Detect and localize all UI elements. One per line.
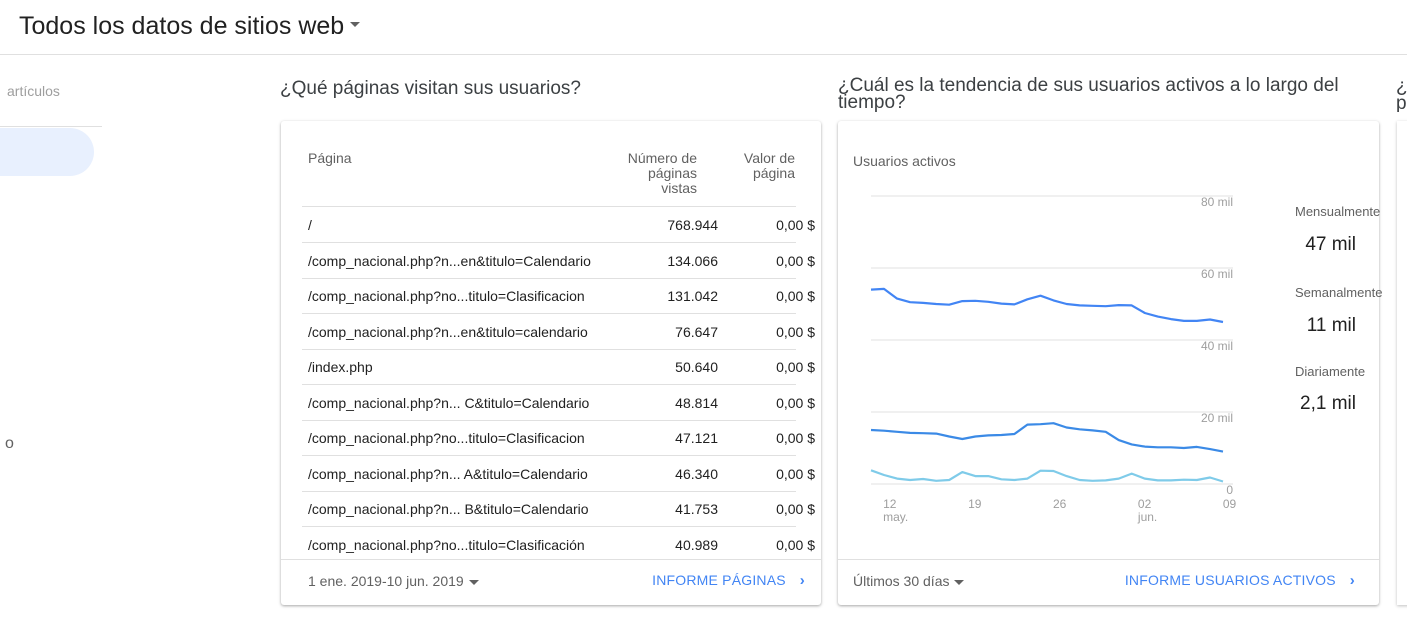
series-line-semanalmente (870, 422, 1224, 453)
x-tick-label: 02 jun. (1137, 497, 1157, 524)
table-row[interactable]: /comp_nacional.php?n... A&titulo=Calenda… (302, 456, 815, 492)
period-selector[interactable]: Últimos 30 días (853, 573, 965, 589)
metric-value-weekly: 11 mil (1306, 315, 1356, 336)
chart-title: Usuarios activos (853, 153, 956, 169)
views-cell: 48.814 (675, 394, 718, 411)
table-row[interactable]: /comp_nacional.php?no...titulo=Clasifica… (302, 527, 815, 562)
table-row[interactable]: /comp_nacional.php?n... C&titulo=Calenda… (302, 385, 815, 421)
col-header-page: Página (308, 150, 352, 166)
views-cell: 47.121 (675, 430, 718, 446)
value-cell: 0,00 $ (776, 288, 815, 304)
value-cell: 0,00 $ (776, 536, 815, 553)
pages-card: Página Número de páginas vistas Valor de… (281, 121, 821, 605)
views-cell: 41.753 (675, 501, 718, 517)
caret-down-icon (954, 579, 965, 585)
caret-down-icon (468, 579, 479, 585)
x-tick-label: 12 may. (883, 497, 908, 524)
value-cell: 0,00 $ (776, 430, 815, 446)
page-cell: /comp_nacional.php?n...en&titulo=calenda… (308, 323, 588, 340)
pages-report-label: INFORME PÁGINAS (652, 572, 786, 588)
table-row[interactable]: /comp_nacional.php?no...titulo=Clasifica… (302, 420, 815, 456)
x-tick-label: 09 (1223, 497, 1237, 511)
series-line-mensualmente (870, 287, 1224, 324)
metric-label-daily: Diariamente (1295, 364, 1366, 379)
views-cell: 134.066 (667, 252, 718, 269)
value-cell: 0,00 $ (776, 359, 815, 375)
col-header-views-line2: páginas (647, 165, 697, 181)
caret-down-icon (350, 21, 361, 27)
left-panel-selected-item[interactable] (0, 128, 94, 176)
active-users-report-label: INFORME USUARIOS ACTIVOS (1124, 572, 1336, 588)
value-cell: 0,00 $ (776, 394, 815, 411)
table-row[interactable]: /comp_nacional.php?n...en&titulo=calenda… (302, 314, 815, 350)
pages-question: ¿Qué páginas visitan sus usuarios? (280, 78, 581, 99)
x-tick-label: 19 (968, 497, 982, 511)
page-cell: /index.php (308, 359, 373, 375)
page-cell: /comp_nacional.php?n...en&titulo=Calenda… (308, 252, 591, 269)
card-footer-divider (281, 559, 821, 560)
y-tick-label: 60 mil (1201, 267, 1233, 281)
left-panel: artículos o (0, 55, 110, 626)
page-cell: /comp_nacional.php?n... A&titulo=Calenda… (308, 465, 588, 482)
y-tick-label: 80 mil (1201, 195, 1233, 209)
left-panel-divider (0, 126, 102, 127)
y-tick-label: 20 mil (1201, 411, 1233, 425)
x-tick-label: 26 (1053, 497, 1067, 511)
y-tick-label: 0 (1226, 483, 1233, 497)
active-users-report-link[interactable]: INFORME USUARIOS ACTIVOS › (1125, 572, 1355, 589)
chevron-right-icon: › (799, 572, 805, 589)
page-cell: /comp_nacional.php?n... C&titulo=Calenda… (308, 394, 590, 411)
left-panel-label: artículos (7, 83, 60, 99)
col-header-views-line1: Número de (627, 150, 697, 166)
property-selector[interactable]: Todos los datos de sitios web (19, 12, 361, 41)
metric-label-monthly: Mensualmente (1295, 204, 1381, 219)
chevron-right-icon: › (1349, 572, 1355, 589)
page-cell: /comp_nacional.php?no...titulo=Clasifica… (308, 536, 585, 553)
metric-label-weekly: Semanalmente (1295, 285, 1383, 300)
page-cell: / (308, 217, 312, 233)
series-line-diariamente (870, 469, 1224, 483)
table-row[interactable]: / 768.944 0,00 $ (302, 207, 815, 243)
value-cell: 0,00 $ (776, 465, 815, 482)
value-cell: 0,00 $ (776, 501, 815, 517)
metric-value-daily: 2,1 mil (1300, 393, 1356, 414)
value-cell: 0,00 $ (776, 217, 815, 233)
col-header-views-line3: vistas (661, 180, 697, 196)
views-cell: 768.944 (667, 217, 718, 233)
next-card-edge (1397, 121, 1407, 605)
views-cell: 46.340 (675, 465, 718, 482)
value-cell: 0,00 $ (776, 323, 815, 340)
col-header-views: Número de páginas vistas (603, 151, 697, 196)
col-header-value-line2: página (752, 165, 795, 181)
header: Todos los datos de sitios web (0, 0, 1407, 55)
table-row[interactable]: /comp_nacional.php?n... B&titulo=Calenda… (302, 491, 815, 527)
views-cell: 76.647 (675, 323, 718, 340)
next-question-fragment: ¿ p (1396, 78, 1407, 112)
metric-value-monthly: 47 mil (1305, 234, 1356, 255)
y-tick-label: 40 mil (1201, 339, 1233, 353)
views-cell: 50.640 (675, 359, 718, 375)
date-range-selector[interactable]: 1 ene. 2019-10 jun. 2019 (308, 573, 479, 589)
views-cell: 40.989 (675, 536, 718, 553)
views-cell: 131.042 (667, 288, 718, 304)
users-question: ¿Cuál es la tendencia de sus usuarios ac… (838, 75, 1339, 113)
page-cell: /comp_nacional.php?no...titulo=Clasifica… (308, 430, 585, 446)
col-header-value-line1: Valor de (743, 150, 795, 166)
page-cell: /comp_nacional.php?n... B&titulo=Calenda… (308, 501, 589, 517)
table-row[interactable]: /comp_nacional.php?n...en&titulo=Calenda… (302, 243, 815, 279)
table-row[interactable]: /index.php 50.640 0,00 $ (302, 349, 815, 385)
page-cell: /comp_nacional.php?no...titulo=Clasifica… (308, 288, 585, 304)
date-range-label: 1 ene. 2019-10 jun. 2019 (308, 573, 464, 589)
page-title: Todos los datos de sitios web (19, 12, 345, 40)
left-panel-text-fragment: o (5, 435, 14, 452)
period-label: Últimos 30 días (853, 573, 950, 589)
pages-report-link[interactable]: INFORME PÁGINAS › (652, 572, 805, 589)
card-footer-divider (838, 559, 1379, 560)
col-header-value: Valor de página (712, 151, 795, 181)
value-cell: 0,00 $ (776, 252, 815, 269)
table-row[interactable]: /comp_nacional.php?no...titulo=Clasifica… (302, 278, 815, 314)
active-users-card: Usuarios activos 80 mil 60 mil 40 mil 20 mi… (838, 121, 1383, 605)
